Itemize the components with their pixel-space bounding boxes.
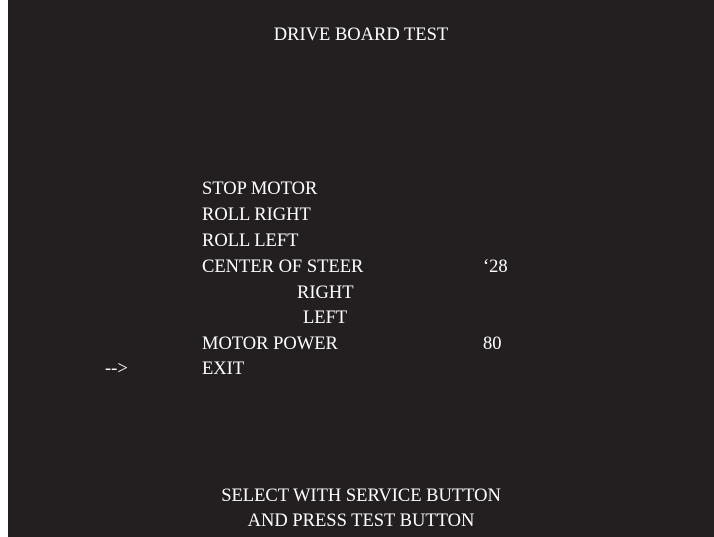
motor-power-value: 80 [483, 334, 502, 354]
menu-item-motor-power[interactable]: MOTOR POWER [202, 335, 338, 354]
test-menu-screen: DRIVE BOARD TEST STOP MOTOR ROLL RIGHT R… [8, 0, 714, 537]
menu-item-roll-right[interactable]: ROLL RIGHT [202, 206, 311, 225]
center-of-steer-value: ‘28 [483, 257, 508, 277]
menu-item-center-of-steer[interactable]: CENTER OF STEER [202, 258, 363, 277]
instruction-line-1: SELECT WITH SERVICE BUTTON [221, 486, 501, 506]
screen-title: DRIVE BOARD TEST [273, 25, 449, 45]
menu-item-exit[interactable]: EXIT [202, 360, 244, 379]
instruction-line-2: AND PRESS TEST BUTTON [247, 511, 475, 531]
menu-item-roll-left[interactable]: ROLL LEFT [202, 232, 298, 251]
menu-item-steer-right[interactable]: RIGHT [297, 284, 354, 303]
selection-cursor: --> [105, 359, 128, 379]
menu-item-steer-left[interactable]: LEFT [303, 309, 347, 328]
menu-item-stop-motor[interactable]: STOP MOTOR [202, 180, 317, 199]
